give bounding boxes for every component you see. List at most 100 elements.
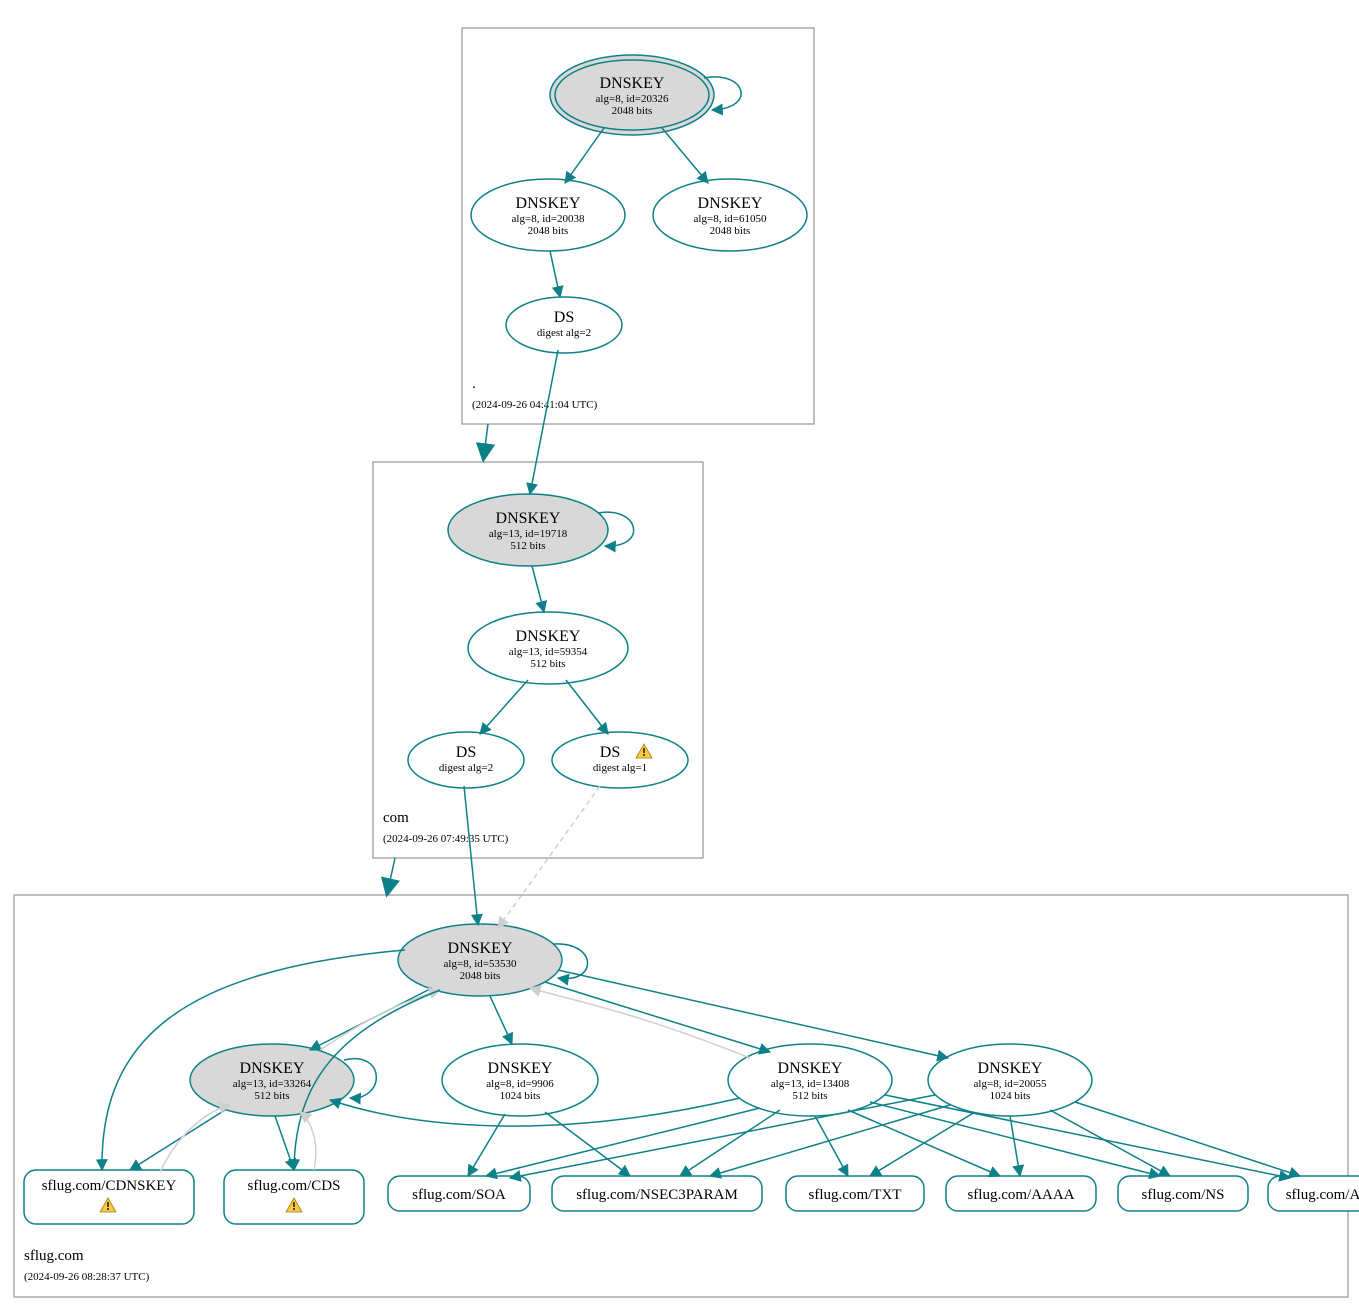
leaf-ns: sflug.com/NS [1118, 1176, 1248, 1211]
svg-text:alg=13, id=19718: alg=13, id=19718 [489, 528, 568, 540]
edge-comds2-sflugksk [498, 786, 600, 928]
leaf-soa: sflug.com/SOA [388, 1176, 530, 1211]
dnssec-graph: . (2024-09-26 04:41:04 UTC) DNSKEY alg=8… [0, 0, 1359, 1308]
edge-zone-root-com [484, 424, 488, 455]
svg-text:2048 bits: 2048 bits [528, 225, 569, 237]
leaf-aaaa: sflug.com/AAAA [946, 1176, 1096, 1211]
svg-text:DNSKEY: DNSKEY [496, 510, 561, 527]
svg-text:DNSKEY: DNSKEY [516, 628, 581, 645]
leaf-a: sflug.com/A [1268, 1176, 1359, 1211]
leaf-txt: sflug.com/TXT [786, 1176, 924, 1211]
zone-sflug-timestamp: (2024-09-26 08:28:37 UTC) [24, 1271, 150, 1283]
svg-text:512 bits: 512 bits [510, 540, 545, 552]
svg-text:DS: DS [554, 309, 574, 326]
svg-text:alg=8, id=9906: alg=8, id=9906 [486, 1078, 554, 1090]
svg-text:sflug.com/CDS: sflug.com/CDS [248, 1178, 341, 1194]
svg-text:512 bits: 512 bits [792, 1090, 827, 1102]
svg-text:DS: DS [600, 744, 620, 761]
svg-text:DNSKEY: DNSKEY [600, 75, 665, 92]
edge-cds-k2 [300, 1112, 316, 1170]
node-sflug-k2: DNSKEY alg=13, id=33264 512 bits [190, 1044, 354, 1116]
node-root-zsk2: DNSKEY alg=8, id=61050 2048 bits [653, 179, 807, 251]
edge-k4-txt [815, 1116, 848, 1176]
edge-comds1-sflugksk [464, 786, 478, 925]
node-com-ds1: DS digest alg=2 [408, 732, 524, 788]
svg-text:1024 bits: 1024 bits [500, 1090, 541, 1102]
svg-text:digest alg=2: digest alg=2 [439, 762, 493, 774]
svg-text:DNSKEY: DNSKEY [516, 195, 581, 212]
edge-comksk-comzsk [532, 566, 544, 612]
edge-rootzsk1-ds [550, 251, 560, 297]
edge-k4-nsec3 [680, 1110, 780, 1176]
svg-text:alg=8, id=20055: alg=8, id=20055 [974, 1078, 1047, 1090]
svg-text:sflug.com/AAAA: sflug.com/AAAA [967, 1187, 1074, 1203]
edge-ksk-k3 [490, 996, 512, 1044]
svg-text:alg=13, id=33264: alg=13, id=33264 [233, 1078, 312, 1090]
edge-k5-a [1075, 1102, 1300, 1176]
node-sflug-ksk: DNSKEY alg=8, id=53530 2048 bits [398, 924, 562, 996]
edge-rootds-comksk [530, 350, 558, 494]
svg-text:sflug.com/NS: sflug.com/NS [1142, 1187, 1225, 1203]
edge-ksk-k5 [558, 970, 948, 1058]
edge-k5-txt [870, 1112, 975, 1176]
svg-text:digest alg=2: digest alg=2 [537, 327, 591, 339]
node-sflug-k3: DNSKEY alg=8, id=9906 1024 bits [442, 1044, 598, 1116]
leaf-cdnskey: sflug.com/CDNSKEY [24, 1170, 194, 1224]
svg-text:alg=8, id=53530: alg=8, id=53530 [444, 958, 517, 970]
svg-text:1024 bits: 1024 bits [990, 1090, 1031, 1102]
svg-text:DS: DS [456, 744, 476, 761]
svg-text:DNSKEY: DNSKEY [488, 1060, 553, 1077]
zone-com-label: com [383, 810, 409, 826]
edge-cdnskey-k2 [160, 1105, 230, 1172]
svg-text:2048 bits: 2048 bits [710, 225, 751, 237]
node-com-zsk: DNSKEY alg=13, id=59354 512 bits [468, 612, 628, 684]
svg-text:sflug.com/SOA: sflug.com/SOA [412, 1187, 506, 1203]
svg-text:DNSKEY: DNSKEY [240, 1060, 305, 1077]
zone-sflug-label: sflug.com [24, 1248, 84, 1264]
leaf-nsec3param: sflug.com/NSEC3PARAM [552, 1176, 762, 1211]
svg-text:alg=13, id=13408: alg=13, id=13408 [771, 1078, 850, 1090]
svg-text:512 bits: 512 bits [254, 1090, 289, 1102]
edge-k3-soa [468, 1114, 505, 1176]
svg-text:digest alg=1: digest alg=1 [593, 762, 647, 774]
node-sflug-k4: DNSKEY alg=13, id=13408 512 bits [728, 1044, 892, 1116]
edge-k2-cdnskey [130, 1110, 225, 1170]
edge-k4-ksk [530, 988, 750, 1058]
node-com-ds2: DS digest alg=1 [552, 732, 688, 788]
zone-root-label: . [472, 376, 476, 392]
svg-text:DNSKEY: DNSKEY [448, 940, 513, 957]
node-root-ksk: DNSKEY alg=8, id=20326 2048 bits [550, 55, 714, 135]
svg-text:2048 bits: 2048 bits [612, 105, 653, 117]
edge-k5-ns [1050, 1110, 1170, 1176]
edge-zone-com-sflug [388, 858, 395, 890]
svg-text:alg=8, id=20038: alg=8, id=20038 [512, 213, 585, 225]
svg-text:DNSKEY: DNSKEY [978, 1060, 1043, 1077]
node-com-ksk: DNSKEY alg=13, id=19718 512 bits [448, 494, 608, 566]
edge-comzsk-ds1 [480, 680, 528, 734]
edge-rootksk-zsk1 [565, 128, 604, 183]
edge-k2-cds [275, 1116, 294, 1170]
svg-text:sflug.com/TXT: sflug.com/TXT [809, 1187, 902, 1203]
svg-text:sflug.com/NSEC3PARAM: sflug.com/NSEC3PARAM [576, 1187, 738, 1203]
svg-text:2048 bits: 2048 bits [460, 970, 501, 982]
zone-com-timestamp: (2024-09-26 07:49:35 UTC) [383, 833, 509, 845]
edge-k5-aaaa [1010, 1116, 1020, 1176]
leaf-cds: sflug.com/CDS [224, 1170, 364, 1224]
edge-comzsk-ds2 [566, 680, 608, 734]
node-root-ds: DS digest alg=2 [506, 297, 622, 353]
svg-text:sflug.com/CDNSKEY: sflug.com/CDNSKEY [42, 1178, 177, 1194]
svg-text:sflug.com/A: sflug.com/A [1286, 1187, 1359, 1203]
svg-text:DNSKEY: DNSKEY [778, 1060, 843, 1077]
svg-text:alg=8, id=20326: alg=8, id=20326 [596, 93, 669, 105]
svg-text:alg=13, id=59354: alg=13, id=59354 [509, 646, 588, 658]
edge-k4-a [885, 1095, 1290, 1178]
edge-k5-soa [510, 1095, 935, 1178]
svg-text:alg=8, id=61050: alg=8, id=61050 [694, 213, 767, 225]
svg-text:DNSKEY: DNSKEY [698, 195, 763, 212]
edge-rootksk-zsk2 [662, 128, 708, 183]
zone-root-timestamp: (2024-09-26 04:41:04 UTC) [472, 399, 598, 411]
node-sflug-k5: DNSKEY alg=8, id=20055 1024 bits [928, 1044, 1092, 1116]
node-root-zsk1: DNSKEY alg=8, id=20038 2048 bits [471, 179, 625, 251]
svg-text:512 bits: 512 bits [530, 658, 565, 670]
edge-k4-soa [486, 1108, 760, 1176]
